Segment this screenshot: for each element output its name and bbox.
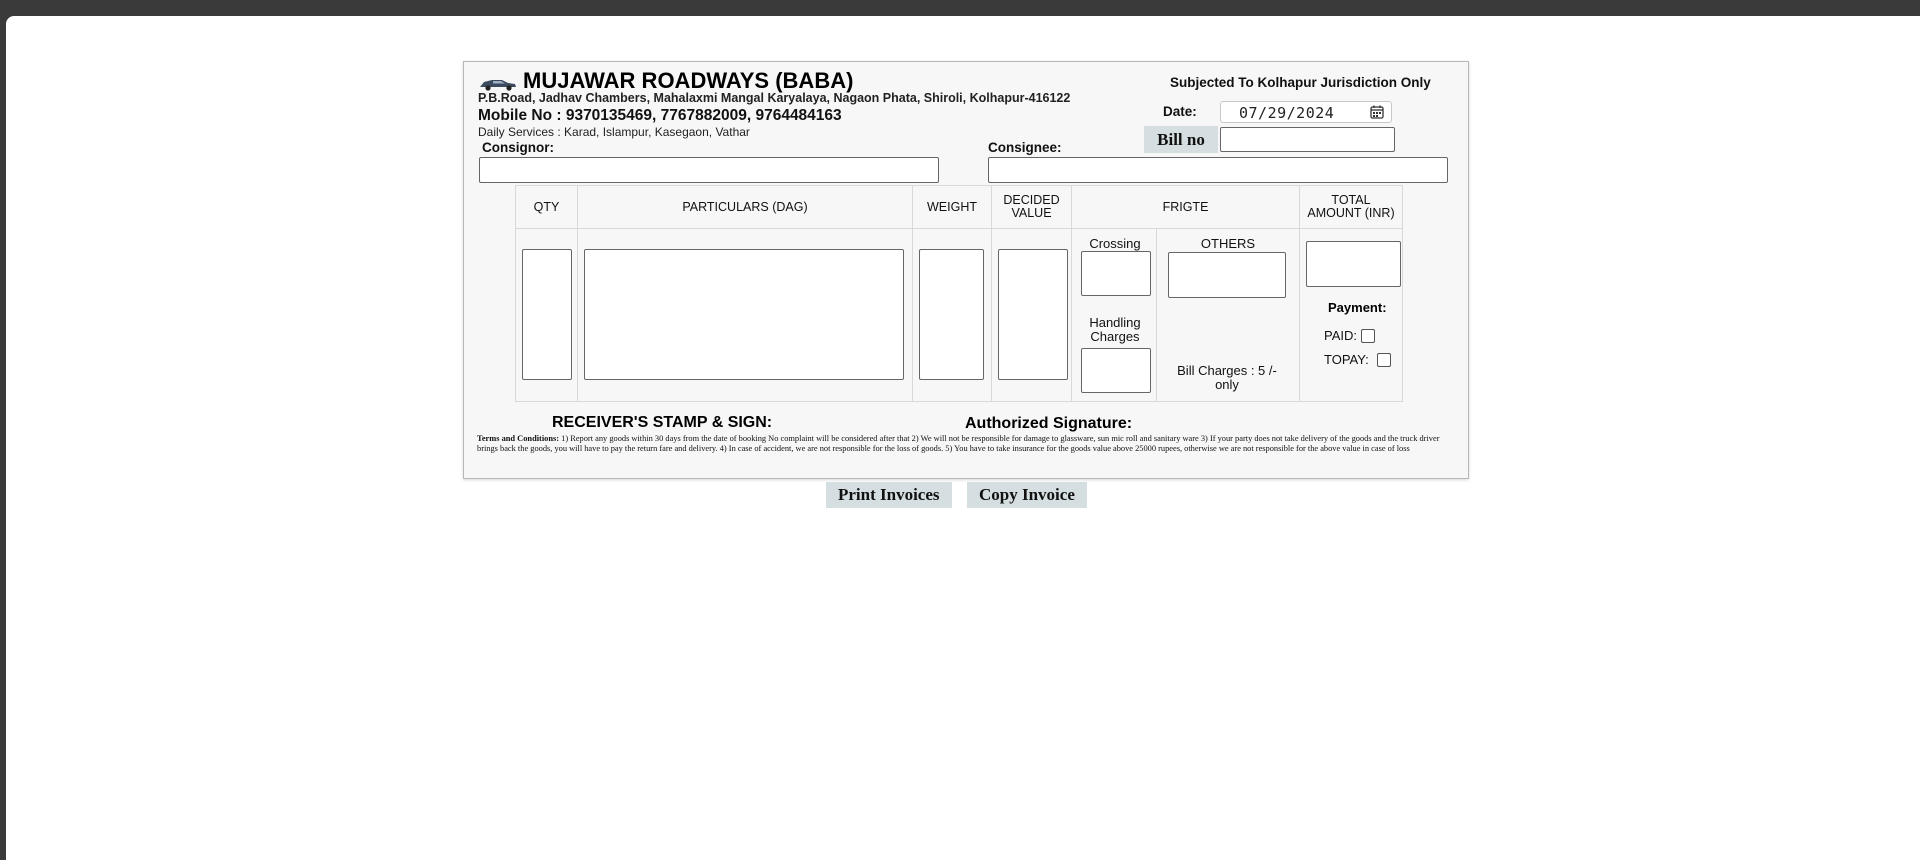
authorized-signature-label: Authorized Signature: [965, 415, 1133, 432]
page-viewport: MUJAWAR ROADWAYS (BABA) P.B.Road, Jadhav… [6, 16, 1920, 860]
terms-and-conditions: Terms and Conditions: 1) Report any good… [477, 434, 1447, 454]
consignor-label: Consignor: [482, 140, 554, 155]
date-value: 07/29/2024 [1239, 104, 1335, 122]
truck-icon [480, 80, 516, 91]
topay-option: TOPAY: [1324, 352, 1391, 367]
particulars-input[interactable] [584, 249, 904, 380]
decided-value-input[interactable] [998, 249, 1068, 380]
topay-label: TOPAY: [1324, 352, 1369, 367]
consignor-input[interactable] [479, 157, 939, 183]
handling-charges-label: Handling Charges [1089, 315, 1141, 344]
others-input[interactable] [1168, 252, 1286, 298]
date-input[interactable]: 07/29/2024 [1220, 101, 1392, 123]
receiver-stamp-label: RECEIVER'S STAMP & SIGN: [552, 414, 773, 431]
invoice-form: MUJAWAR ROADWAYS (BABA) P.B.Road, Jadhav… [463, 61, 1469, 479]
print-invoices-button[interactable]: Print Invoices [826, 482, 952, 508]
header-total-amount: TOTAL AMOUNT (INR) [1307, 193, 1395, 220]
paid-label: PAID: [1324, 328, 1357, 343]
header-frigte: FRIGTE [1162, 199, 1209, 214]
handling-charges-input[interactable] [1081, 348, 1151, 393]
bill-no-label: Bill no [1144, 126, 1218, 153]
mobile-numbers: Mobile No : 9370135469, 7767882009, 9764… [478, 107, 842, 124]
qty-input[interactable] [522, 249, 572, 380]
copy-invoice-button[interactable]: Copy Invoice [967, 482, 1087, 508]
header-decided-value: DECIDED VALUE [1003, 193, 1060, 220]
crossing-label: Crossing [1089, 236, 1141, 251]
payment-label: Payment: [1328, 300, 1387, 315]
daily-services: Daily Services : Karad, Islampur, Kasega… [478, 125, 750, 139]
header-qty: QTY [533, 199, 560, 214]
browser-top-bar [0, 0, 1920, 16]
weight-input[interactable] [919, 249, 984, 380]
others-label: OTHERS [1200, 236, 1256, 251]
topay-checkbox[interactable] [1376, 352, 1391, 367]
goods-table: QTY PARTICULARS (DAG) WEIGHT DECIDED VAL… [515, 185, 1403, 402]
bill-no-input[interactable] [1220, 127, 1395, 152]
paid-checkbox[interactable] [1361, 328, 1375, 343]
paid-option: PAID: [1324, 328, 1375, 343]
header-weight: WEIGHT [927, 199, 977, 214]
company-address: P.B.Road, Jadhav Chambers, Mahalaxmi Man… [478, 91, 1071, 105]
column-divider [1156, 228, 1157, 401]
bill-charges-note: Bill Charges : 5 /- only [1177, 363, 1277, 392]
terms-text: 1) Report any goods within 30 days from … [477, 434, 1440, 453]
date-label: Date: [1163, 104, 1197, 119]
total-amount-input[interactable] [1306, 241, 1401, 287]
consignee-label: Consignee: [988, 140, 1062, 155]
crossing-input[interactable] [1081, 251, 1151, 296]
calendar-icon[interactable] [1370, 105, 1384, 119]
header-particulars: PARTICULARS (DAG) [682, 199, 808, 214]
jurisdiction-note: Subjected To Kolhapur Jurisdiction Only [1170, 75, 1431, 90]
consignee-input[interactable] [988, 157, 1448, 183]
terms-title: Terms and Conditions: [477, 434, 560, 443]
